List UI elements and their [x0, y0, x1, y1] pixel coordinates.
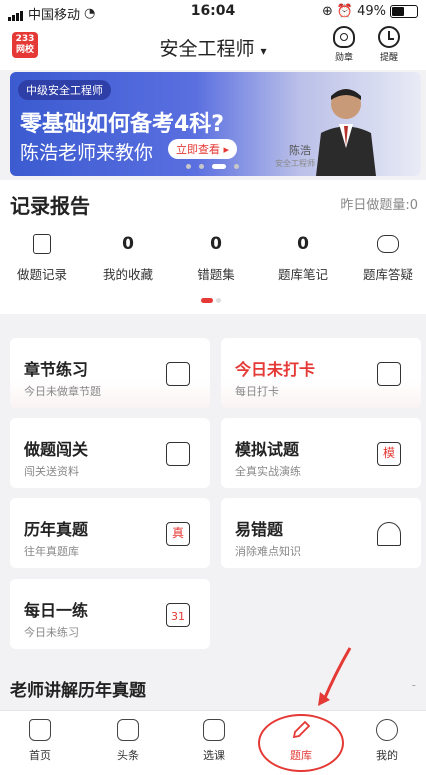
card-title: 每日一练 — [24, 601, 89, 620]
promo-banner[interactable]: 中级安全工程师 零基础如何备考4科? 陈浩老师来教你 立即查看 ▸ 陈浩 安全工… — [10, 72, 421, 176]
record-report-section: 记录报告 昨日做题量:0 做题记录 0 我的收藏 0 错题集 0 题库笔记 题库… — [0, 180, 426, 314]
teacher-explain-section: 老师讲解历年真题 - — [0, 664, 426, 710]
exam-title: 安全工程师 — [159, 38, 255, 60]
stat-label: 题库笔记 — [277, 267, 328, 282]
list-document-icon — [166, 362, 190, 386]
card-mock-exam[interactable]: 模拟试题 全真实战演练 模 — [221, 418, 421, 488]
tab-label: 我的 — [376, 749, 398, 762]
yesterday-count: 昨日做题量:0 — [340, 198, 418, 213]
card-subtitle: 每日打卡 — [235, 385, 279, 398]
news-search-icon — [117, 719, 139, 741]
card-title: 模拟试题 — [235, 440, 300, 459]
calendar-31-icon: 31 — [166, 603, 190, 627]
battery-icon — [390, 5, 418, 18]
banner-badge: 中级安全工程师 — [18, 80, 111, 100]
play-bag-icon — [203, 719, 225, 741]
stat-label: 我的收藏 — [102, 267, 153, 282]
card-subtitle: 今日未做章节题 — [24, 385, 101, 398]
alarm-light-icon — [377, 522, 401, 546]
section-title: 记录报告 — [10, 194, 90, 218]
records-pager — [201, 298, 221, 303]
card-title: 章节练习 — [24, 360, 89, 379]
banner-cta-label: 立即查看 — [176, 143, 220, 156]
top-header: 233 网校 安全工程师 ▾ 勋章 提醒 — [0, 24, 426, 70]
card-daily-exercise[interactable]: 每日一练 今日未练习 31 — [10, 579, 210, 649]
card-challenge[interactable]: 做题闯关 闯关送资料 — [10, 418, 210, 488]
stat-value: 0 — [297, 234, 309, 254]
document-chart-icon — [166, 442, 190, 466]
teacher-role: 安全工程师 — [275, 159, 315, 168]
pager-dot — [186, 164, 191, 169]
tab-label: 头条 — [117, 749, 139, 762]
card-daily-checkin[interactable]: 今日未打卡 每日打卡 — [221, 338, 421, 408]
alarm-icon: ⏰ — [336, 4, 354, 19]
stat-label: 做题记录 — [16, 267, 67, 282]
card-error-prone[interactable]: 易错题 消除难点知识 — [221, 498, 421, 568]
card-subtitle: 消除难点知识 — [235, 545, 301, 558]
profile-face-icon — [376, 719, 398, 741]
tab-headlines[interactable]: 头条 — [98, 719, 158, 763]
lock-rotation-icon: ⊕ — [322, 4, 333, 19]
banner-cta-button[interactable]: 立即查看 ▸ — [168, 139, 238, 159]
banner-pager — [186, 164, 239, 169]
card-title: 易错题 — [235, 520, 284, 539]
document-clock-icon — [33, 234, 51, 254]
annotation-arrow — [318, 647, 352, 706]
stat-favorites[interactable]: 0 我的收藏 — [88, 232, 168, 283]
tab-label: 选课 — [203, 749, 225, 762]
medal-button[interactable]: 勋章 — [327, 26, 361, 63]
stat-value: 0 — [122, 234, 134, 254]
stat-label: 题库答疑 — [362, 267, 413, 282]
pager-dot — [199, 164, 204, 169]
battery-percent: 49% — [357, 4, 386, 19]
remind-label: 提醒 — [379, 53, 398, 63]
banner-subline: 陈浩老师来教你 — [20, 142, 154, 164]
card-chapter-practice[interactable]: 章节练习 今日未做章节题 — [10, 338, 210, 408]
remind-button[interactable]: 提醒 — [372, 26, 406, 63]
pager-dot — [234, 164, 239, 169]
card-title: 历年真题 — [24, 520, 89, 539]
medal-icon — [333, 26, 355, 48]
tab-mine[interactable]: 我的 — [357, 719, 417, 763]
tab-courses[interactable]: 选课 — [184, 719, 244, 763]
card-title: 做题闯关 — [24, 440, 89, 459]
section-title: 老师讲解历年真题 — [10, 681, 146, 701]
stat-notes[interactable]: 0 题库笔记 — [263, 232, 343, 283]
teacher-photo — [316, 89, 376, 176]
stat-value: 0 — [210, 234, 222, 254]
stat-practice-record[interactable]: 做题记录 — [2, 232, 82, 283]
mock-exam-icon: 模 — [377, 442, 401, 466]
chat-bubble-icon — [377, 235, 399, 253]
pager-dot — [216, 298, 221, 303]
calendar-icon — [377, 362, 401, 386]
pager-dot-active — [212, 164, 226, 169]
card-past-exams[interactable]: 历年真题 往年真题库 真 — [10, 498, 210, 568]
past-exam-icon: 真 — [166, 522, 190, 546]
card-subtitle: 闯关送资料 — [24, 465, 79, 478]
card-subtitle: 今日未练习 — [24, 626, 79, 639]
stat-qa[interactable]: 题库答疑 — [348, 232, 426, 283]
section-more[interactable]: - — [412, 678, 416, 692]
annotation-circle — [258, 714, 344, 772]
clock-icon — [378, 26, 400, 48]
stat-label: 错题集 — [197, 267, 235, 282]
card-title: 今日未打卡 — [235, 360, 316, 379]
caret-down-icon: ▾ — [260, 44, 267, 58]
home-icon — [29, 719, 51, 741]
teacher-name: 陈浩 — [289, 144, 311, 157]
medal-label: 勋章 — [334, 53, 353, 63]
exam-selector[interactable]: 安全工程师 ▾ — [0, 34, 426, 61]
banner-headline: 零基础如何备考4科? — [20, 112, 225, 137]
stat-wrong-questions[interactable]: 0 错题集 — [176, 232, 256, 283]
status-right: ⊕ ⏰ 49% — [322, 4, 418, 19]
status-bar: 中国移动 ◔ 16:04 ⊕ ⏰ 49% — [0, 0, 426, 24]
tab-home[interactable]: 首页 — [10, 719, 70, 763]
card-subtitle: 往年真题库 — [24, 545, 79, 558]
bottom-tab-bar: 首页 头条 选课 题库 我的 — [0, 710, 426, 775]
pager-dot-active — [201, 298, 213, 303]
card-subtitle: 全真实战演练 — [235, 465, 301, 478]
tab-label: 首页 — [29, 749, 51, 762]
